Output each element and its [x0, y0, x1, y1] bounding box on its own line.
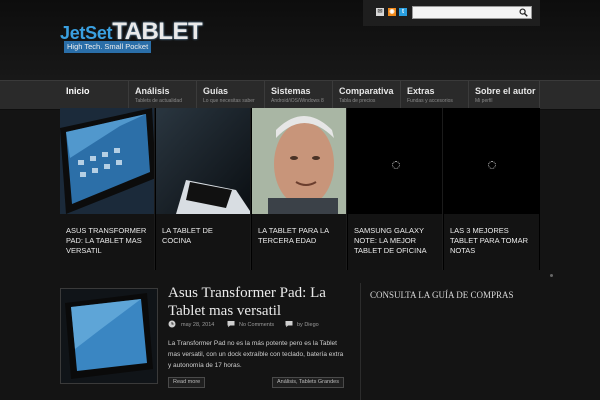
nav-sublabel: Tabla de precios	[339, 98, 376, 104]
post-date: may 28, 2014	[181, 322, 215, 328]
nav-item-inicio[interactable]: Inicio	[60, 81, 128, 109]
slide-caption: Las 3 mejores tablet para tomar notas	[444, 214, 539, 270]
logo-jetset: JetSet	[60, 23, 113, 43]
email-icon[interactable]: ✉	[376, 8, 384, 16]
twitter-icon[interactable]: t	[399, 8, 407, 16]
nav-sublabel: Mi perfil	[475, 98, 493, 104]
post-categories[interactable]: Análisis, Tablets Grandes	[272, 377, 344, 388]
featured-slider: Asus Transformer Pad: la tablet mas vers…	[60, 108, 540, 270]
post-thumbnail[interactable]	[60, 288, 158, 384]
read-more-button[interactable]: Read more	[168, 377, 206, 388]
slide-caption: La tablet de cocina	[156, 214, 250, 270]
slide-caption: La tablet para la tercera edad	[252, 214, 346, 270]
post-author[interactable]: by Diego	[297, 322, 319, 332]
search-box	[412, 6, 532, 24]
logo-tagline: High Tech. Small Pocket	[64, 41, 152, 53]
loading-spinner-icon	[392, 161, 400, 169]
thumbnail-tablet-image	[61, 289, 157, 383]
slide-item[interactable]: La tablet de cocina	[156, 108, 251, 270]
post-excerpt: La Transformer Pad no es la más potente …	[168, 340, 344, 369]
nav-label: Inicio	[66, 86, 90, 96]
post-comments-link[interactable]: No Comments	[239, 322, 274, 332]
search-input[interactable]	[413, 13, 519, 24]
post-title[interactable]: Asus Transformer Pad: La Tablet mas vers…	[168, 284, 354, 320]
slide-image-elderly-man	[252, 108, 346, 214]
nav-sublabel: Tablets de actualidad	[135, 98, 182, 104]
main-nav: Inicio Análisis Tablets de actualidad Gu…	[0, 80, 600, 110]
comment-icon	[227, 321, 235, 328]
nav-label: Análisis	[135, 86, 170, 96]
nav-label: Sobre el autor	[475, 86, 536, 96]
site-logo[interactable]: JetSetTABLET High Tech. Small Pocket	[60, 16, 203, 56]
slider-dot-icon[interactable]	[550, 274, 553, 277]
clock-icon	[168, 320, 176, 328]
slide-image-kitchen-tablet	[156, 108, 250, 214]
nav-item-extras[interactable]: Extras Fundas y accesorios	[400, 81, 468, 109]
slide-item[interactable]: Asus Transformer Pad: la tablet mas vers…	[60, 108, 155, 270]
nav-item-guias[interactable]: Guías Lo que necesitas saber	[196, 81, 264, 109]
slide-image-tablet	[60, 108, 154, 214]
nav-label: Comparativa	[339, 86, 394, 96]
content-divider	[360, 283, 361, 400]
slide-caption: Samsung Galaxy Note: la mejor tablet de …	[348, 214, 442, 270]
nav-label: Guías	[203, 86, 229, 96]
nav-item-comparativa[interactable]: Comparativa Tabla de precios	[332, 81, 400, 109]
nav-label: Sistemas	[271, 86, 311, 96]
nav-item-sobre-el-autor[interactable]: Sobre el autor Mi perfil	[468, 81, 540, 109]
search-icon[interactable]	[519, 8, 528, 17]
slide-item[interactable]: La tablet para la tercera edad	[252, 108, 347, 270]
slide-item[interactable]: Samsung Galaxy Note: la mejor tablet de …	[348, 108, 443, 270]
user-icon	[285, 321, 293, 328]
slide-item[interactable]: Las 3 mejores tablet para tomar notas	[444, 108, 539, 270]
nav-item-analisis[interactable]: Análisis Tablets de actualidad	[128, 81, 196, 109]
nav-item-sistemas[interactable]: Sistemas Android/iOS/Windows 8	[264, 81, 332, 109]
nav-sublabel: Android/iOS/Windows 8	[271, 98, 324, 104]
slide-caption: Asus Transformer Pad: la tablet mas vers…	[60, 214, 154, 270]
nav-sublabel: Lo que necesitas saber	[203, 98, 255, 104]
nav-sublabel: Fundas y accesorios	[407, 98, 453, 104]
nav-label: Extras	[407, 86, 435, 96]
sidebar-title: CONSULTA LA GUÍA DE COMPRAS	[370, 290, 514, 300]
rss-icon[interactable]: ◉	[388, 8, 396, 16]
loading-spinner-icon	[488, 161, 496, 169]
